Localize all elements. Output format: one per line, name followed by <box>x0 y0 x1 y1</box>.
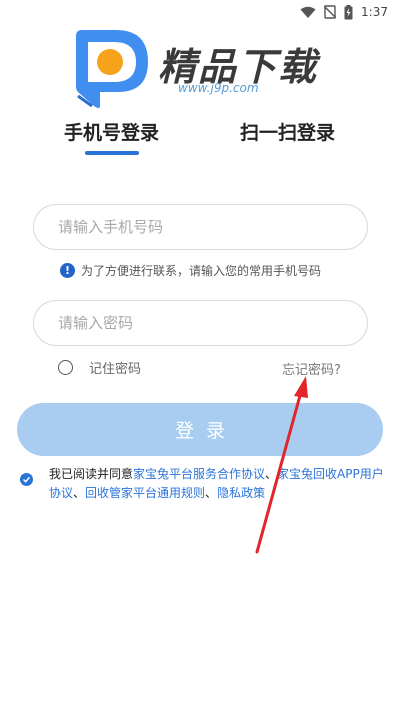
phone-input[interactable] <box>33 204 368 250</box>
no-sim-icon <box>324 5 337 19</box>
phone-hint: ! 为了方便进行联系，请输入您的常用手机号码 <box>60 262 321 279</box>
separator: 、 <box>265 467 278 481</box>
active-tab-indicator <box>85 151 139 155</box>
status-bar: 1:37 <box>0 0 400 24</box>
remember-label: 记住密码 <box>89 362 142 377</box>
agreement-prefix: 我已阅读并同意 <box>49 467 134 481</box>
separator: 、 <box>205 486 218 500</box>
agreement: 我已阅读并同意家宝兔平台服务合作协议、家宝兔回收APP用户协议、回收管家平台通用… <box>20 465 390 503</box>
status-time: 1:37 <box>361 5 388 19</box>
wifi-icon <box>300 6 316 18</box>
password-input[interactable] <box>33 300 368 346</box>
service-agreement-link[interactable]: 家宝兔平台服务合作协议 <box>133 467 265 481</box>
login-tabs: 手机号登录 扫一扫登录 <box>0 118 400 158</box>
separator: 、 <box>73 486 86 500</box>
login-button[interactable]: 登录 <box>17 403 383 456</box>
logo-p-icon <box>76 30 148 108</box>
platform-rules-link[interactable]: 回收管家平台通用规则 <box>85 486 205 500</box>
info-icon: ! <box>60 263 75 278</box>
privacy-policy-link[interactable]: 隐私政策 <box>217 486 265 500</box>
check-icon <box>22 476 31 483</box>
app-logo: 精品下载 www.j9p.com <box>66 26 336 112</box>
tab-scan-login[interactable]: 扫一扫登录 <box>240 118 335 145</box>
agreement-checkbox[interactable] <box>20 473 33 486</box>
forgot-password-link[interactable]: 忘记密码? <box>282 359 341 378</box>
agreement-text: 我已阅读并同意家宝兔平台服务合作协议、家宝兔回收APP用户协议、回收管家平台通用… <box>49 465 390 503</box>
phone-hint-text: 为了方便进行联系，请输入您的常用手机号码 <box>81 264 322 278</box>
remember-radio[interactable] <box>58 360 73 375</box>
tab-phone-login[interactable]: 手机号登录 <box>64 118 159 145</box>
battery-charging-icon <box>344 4 353 19</box>
remember-password[interactable]: 记住密码 <box>58 358 141 377</box>
logo-url: www.j9p.com <box>178 81 259 95</box>
